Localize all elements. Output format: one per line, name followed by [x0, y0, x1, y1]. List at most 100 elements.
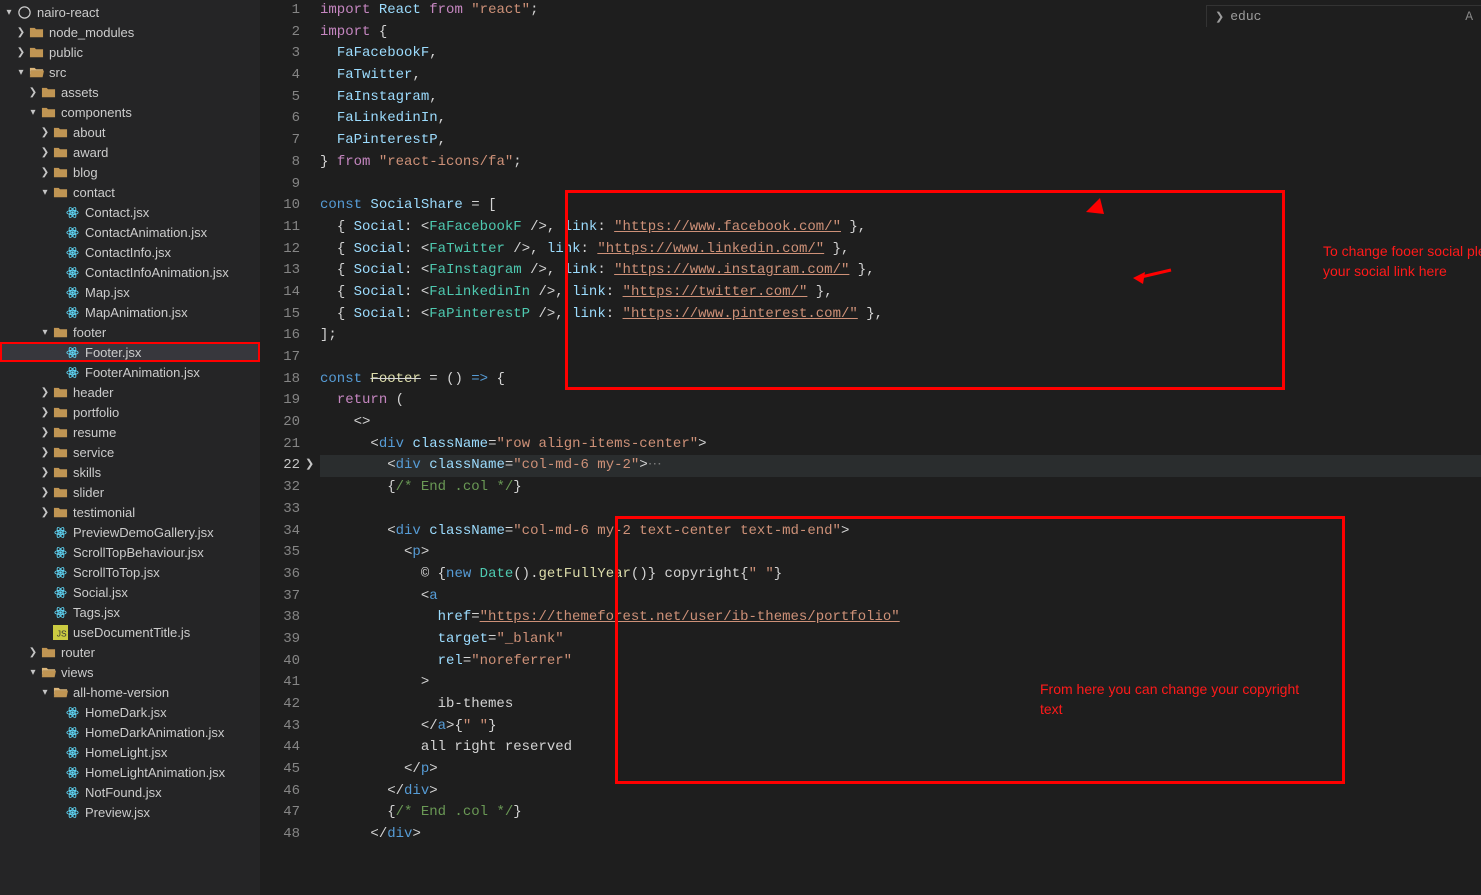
tree-item-views[interactable]: ▾views [0, 662, 260, 682]
tree-item-label: Social.jsx [73, 585, 128, 600]
tree-item-homedarkanimation-jsx[interactable]: HomeDarkAnimation.jsx [0, 722, 260, 742]
folder-icon [28, 24, 44, 40]
folder-icon [52, 124, 68, 140]
tree-item-all-home-version[interactable]: ▾ all-home-version [0, 682, 260, 702]
react-icon [64, 244, 80, 260]
tree-item-label: public [49, 45, 83, 60]
chevron-right-icon[interactable]: ❯ [40, 427, 50, 438]
tree-item-contactinfo-jsx[interactable]: ContactInfo.jsx [0, 242, 260, 262]
chevron-right-icon[interactable]: ❯ [40, 487, 50, 498]
tree-item-src[interactable]: ▾ src [0, 62, 260, 82]
tree-item-contactinfoanimation-jsx[interactable]: ContactInfoAnimation.jsx [0, 262, 260, 282]
tree-item-usedocumenttitle-js[interactable]: JS useDocumentTitle.js [0, 622, 260, 642]
chevron-down-icon[interactable]: ▾ [28, 667, 38, 678]
tree-item-assets[interactable]: ❯ assets [0, 82, 260, 102]
tree-item-scrolltopbehaviour-jsx[interactable]: ScrollTopBehaviour.jsx [0, 542, 260, 562]
tree-item-label: assets [61, 85, 99, 100]
react-icon [52, 544, 68, 560]
chevron-right-icon[interactable]: ❯ [16, 47, 26, 58]
chevron-down-icon[interactable]: ▾ [40, 687, 50, 698]
tree-item-label: award [73, 145, 108, 160]
tree-item-previewdemogallery-jsx[interactable]: PreviewDemoGallery.jsx [0, 522, 260, 542]
tree-item-tags-jsx[interactable]: Tags.jsx [0, 602, 260, 622]
tree-item-skills[interactable]: ❯skills [0, 462, 260, 482]
tree-item-node_modules[interactable]: ❯node_modules [0, 22, 260, 42]
react-icon [64, 224, 80, 240]
chevron-right-icon[interactable]: ❯ [40, 447, 50, 458]
code-editor[interactable]: ❯ educ A 1234567891011121314151617181920… [260, 0, 1481, 895]
code-lines[interactable]: import React from "react"; import { FaFa… [320, 0, 1481, 895]
folder-icon [52, 324, 68, 340]
chevron-right-icon[interactable]: ❯ [40, 127, 50, 138]
tree-item-label: all-home-version [73, 685, 169, 700]
tree-item-label: HomeLight.jsx [85, 745, 167, 760]
tree-item-homelightanimation-jsx[interactable]: HomeLightAnimation.jsx [0, 762, 260, 782]
tree-item-label: Preview.jsx [85, 805, 150, 820]
tree-item-notfound-jsx[interactable]: NotFound.jsx [0, 782, 260, 802]
line-number-gutter[interactable]: 1234567891011121314151617181920212232333… [260, 0, 320, 895]
tree-item-preview-jsx[interactable]: Preview.jsx [0, 802, 260, 822]
react-icon [52, 604, 68, 620]
folder-icon [52, 184, 68, 200]
tree-item-components[interactable]: ▾components [0, 102, 260, 122]
folder-icon [52, 424, 68, 440]
tree-item-footer[interactable]: ▾ footer [0, 322, 260, 342]
tree-item-homedark-jsx[interactable]: HomeDark.jsx [0, 702, 260, 722]
tree-item-slider[interactable]: ❯ slider [0, 482, 260, 502]
tree-item-label: about [73, 125, 106, 140]
tree-item-testimonial[interactable]: ❯testimonial [0, 502, 260, 522]
react-icon [64, 784, 80, 800]
tree-item-scrolltotop-jsx[interactable]: ScrollToTop.jsx [0, 562, 260, 582]
circle-icon [16, 4, 32, 20]
tree-item-label: header [73, 385, 113, 400]
tree-item-label: portfolio [73, 405, 119, 420]
tree-item-label: slider [73, 485, 104, 500]
tree-item-mapanimation-jsx[interactable]: MapAnimation.jsx [0, 302, 260, 322]
js-icon: JS [52, 624, 68, 640]
tree-item-footeranimation-jsx[interactable]: FooterAnimation.jsx [0, 362, 260, 382]
tree-item-contactanimation-jsx[interactable]: ContactAnimation.jsx [0, 222, 260, 242]
tree-item-public[interactable]: ❯ public [0, 42, 260, 62]
tree-item-label: useDocumentTitle.js [73, 625, 190, 640]
tree-item-router[interactable]: ❯router [0, 642, 260, 662]
tree-item-header[interactable]: ❯ header [0, 382, 260, 402]
chevron-right-icon[interactable]: ❯ [40, 507, 50, 518]
tree-item-footer-jsx[interactable]: Footer.jsx [0, 342, 260, 362]
tree-item-contact[interactable]: ▾contact [0, 182, 260, 202]
chevron-down-icon[interactable]: ▾ [28, 107, 38, 118]
folder-icon [52, 464, 68, 480]
tree-item-label: HomeDark.jsx [85, 705, 167, 720]
tree-item-map-jsx[interactable]: Map.jsx [0, 282, 260, 302]
chevron-down-icon[interactable]: ▾ [40, 187, 50, 198]
tree-item-service[interactable]: ❯service [0, 442, 260, 462]
tree-item-homelight-jsx[interactable]: HomeLight.jsx [0, 742, 260, 762]
chevron-down-icon[interactable]: ▾ [16, 67, 26, 78]
svg-text:JS: JS [56, 628, 66, 638]
file-explorer-sidebar[interactable]: ▾nairo-react❯node_modules❯public▾src❯ass… [0, 0, 260, 895]
tree-item-label: footer [73, 325, 106, 340]
annotation-text-copyright: From here you can change your copyright … [1040, 680, 1300, 719]
tree-item-portfolio[interactable]: ❯ portfolio [0, 402, 260, 422]
chevron-right-icon[interactable]: ❯ [16, 27, 26, 38]
tree-item-about[interactable]: ❯ about [0, 122, 260, 142]
tree-item-blog[interactable]: ❯blog [0, 162, 260, 182]
tree-item-social-jsx[interactable]: Social.jsx [0, 582, 260, 602]
chevron-right-icon[interactable]: ❯ [40, 387, 50, 398]
chevron-right-icon[interactable]: ❯ [40, 467, 50, 478]
chevron-right-icon[interactable]: ❯ [40, 407, 50, 418]
folder-icon [52, 504, 68, 520]
tree-item-label: Map.jsx [85, 285, 130, 300]
chevron-right-icon[interactable]: ❯ [28, 647, 38, 658]
chevron-down-icon[interactable]: ▾ [40, 327, 50, 338]
tree-item-resume[interactable]: ❯resume [0, 422, 260, 442]
tree-item-label: Footer.jsx [85, 345, 141, 360]
tree-item-label: src [49, 65, 66, 80]
chevron-right-icon[interactable]: ❯ [40, 147, 50, 158]
chevron-down-icon[interactable]: ▾ [4, 7, 14, 18]
chevron-right-icon[interactable]: ❯ [28, 87, 38, 98]
tree-item-contact-jsx[interactable]: Contact.jsx [0, 202, 260, 222]
tree-item-award[interactable]: ❯ award [0, 142, 260, 162]
file-tree[interactable]: ▾nairo-react❯node_modules❯public▾src❯ass… [0, 2, 260, 822]
tree-item-nairo-react[interactable]: ▾nairo-react [0, 2, 260, 22]
chevron-right-icon[interactable]: ❯ [40, 167, 50, 178]
